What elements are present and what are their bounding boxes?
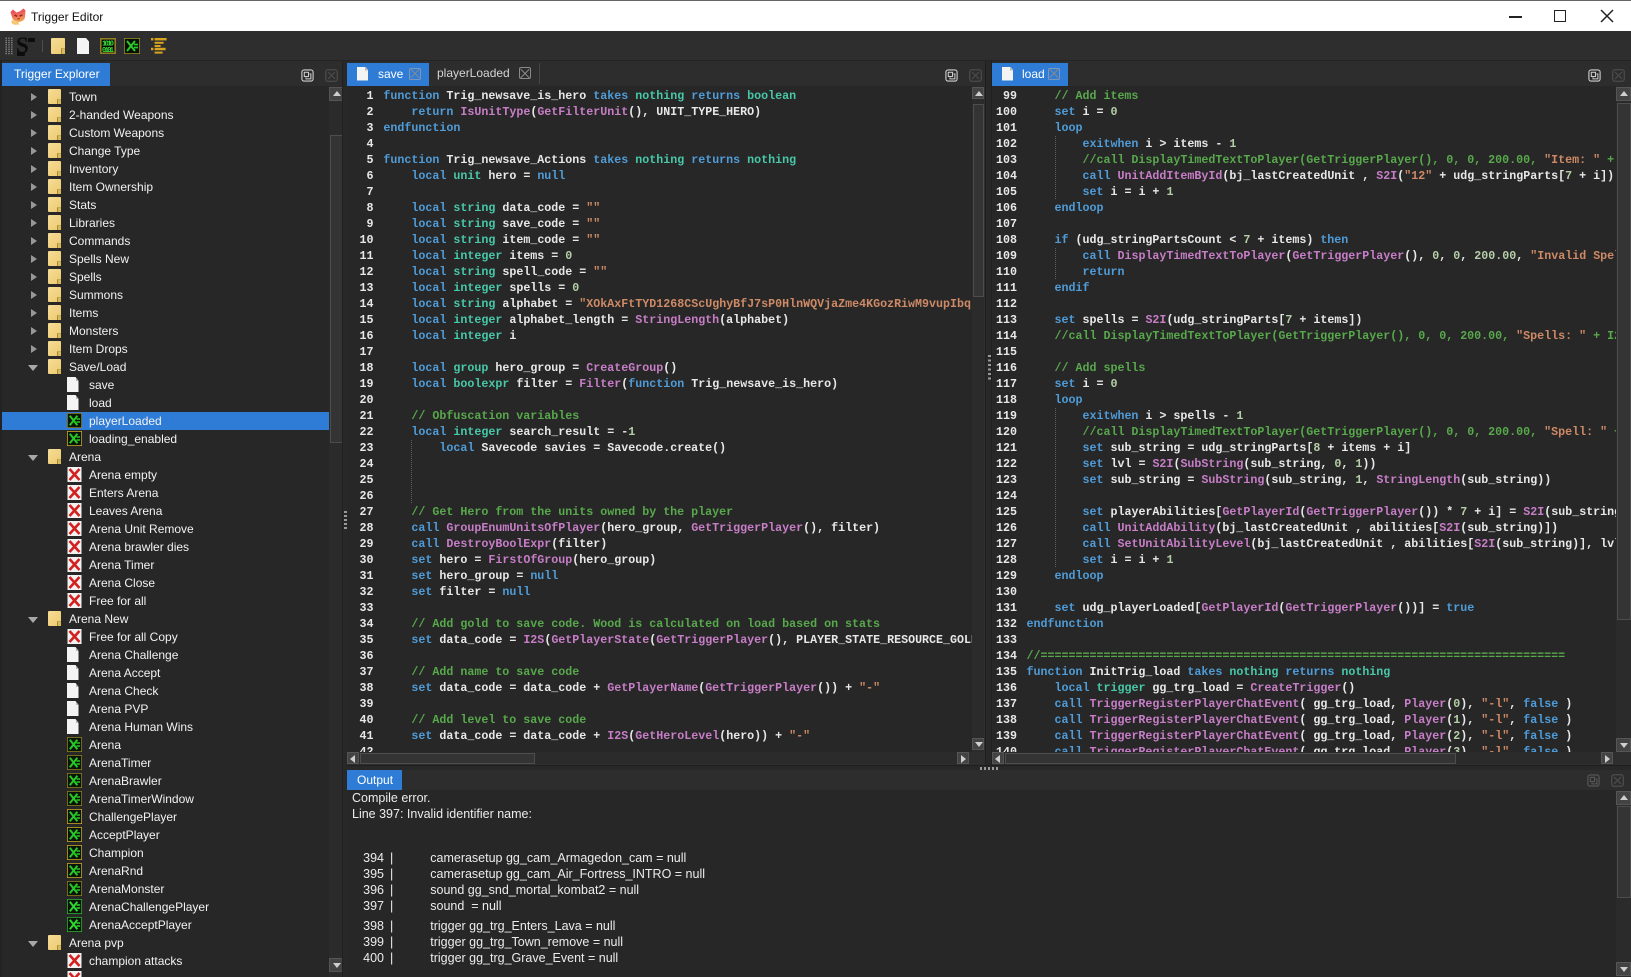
svg-text:0101: 0101 [102,47,114,54]
